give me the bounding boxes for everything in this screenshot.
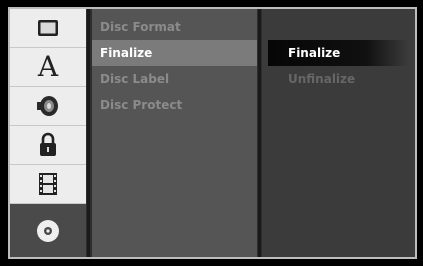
category-sidebar: A: [10, 9, 86, 257]
sidebar-item-display[interactable]: [10, 9, 86, 48]
lock-icon: [37, 132, 59, 158]
submenu-item-disc-protect[interactable]: Disc Protect: [92, 92, 257, 118]
sidebar-item-recording[interactable]: [10, 165, 86, 204]
tv-display-icon: [36, 19, 60, 37]
disc-submenu: Disc Format Finalize Disc Label Disc Pro…: [92, 9, 257, 257]
column-divider: [258, 9, 261, 257]
osd-screen: A Disc Format Finalize Disc Label Disc P…: [0, 0, 423, 266]
film-recording-icon: [37, 171, 59, 197]
disc-icon: [35, 218, 61, 244]
finalize-options: Finalize Unfinalize: [262, 9, 415, 257]
language-icon: A: [37, 50, 59, 83]
sidebar-item-lock[interactable]: [10, 126, 86, 165]
submenu-item-finalize[interactable]: Finalize: [92, 40, 257, 66]
option-unfinalize[interactable]: Unfinalize: [268, 66, 408, 92]
sidebar-item-language[interactable]: A: [10, 48, 86, 87]
audio-speaker-icon: [35, 94, 61, 118]
column-divider: [87, 9, 90, 257]
option-finalize[interactable]: Finalize: [268, 40, 408, 66]
sidebar-item-disc[interactable]: [10, 204, 86, 257]
submenu-item-disc-format[interactable]: Disc Format: [92, 14, 257, 40]
submenu-item-disc-label[interactable]: Disc Label: [92, 66, 257, 92]
sidebar-item-audio[interactable]: [10, 87, 86, 126]
